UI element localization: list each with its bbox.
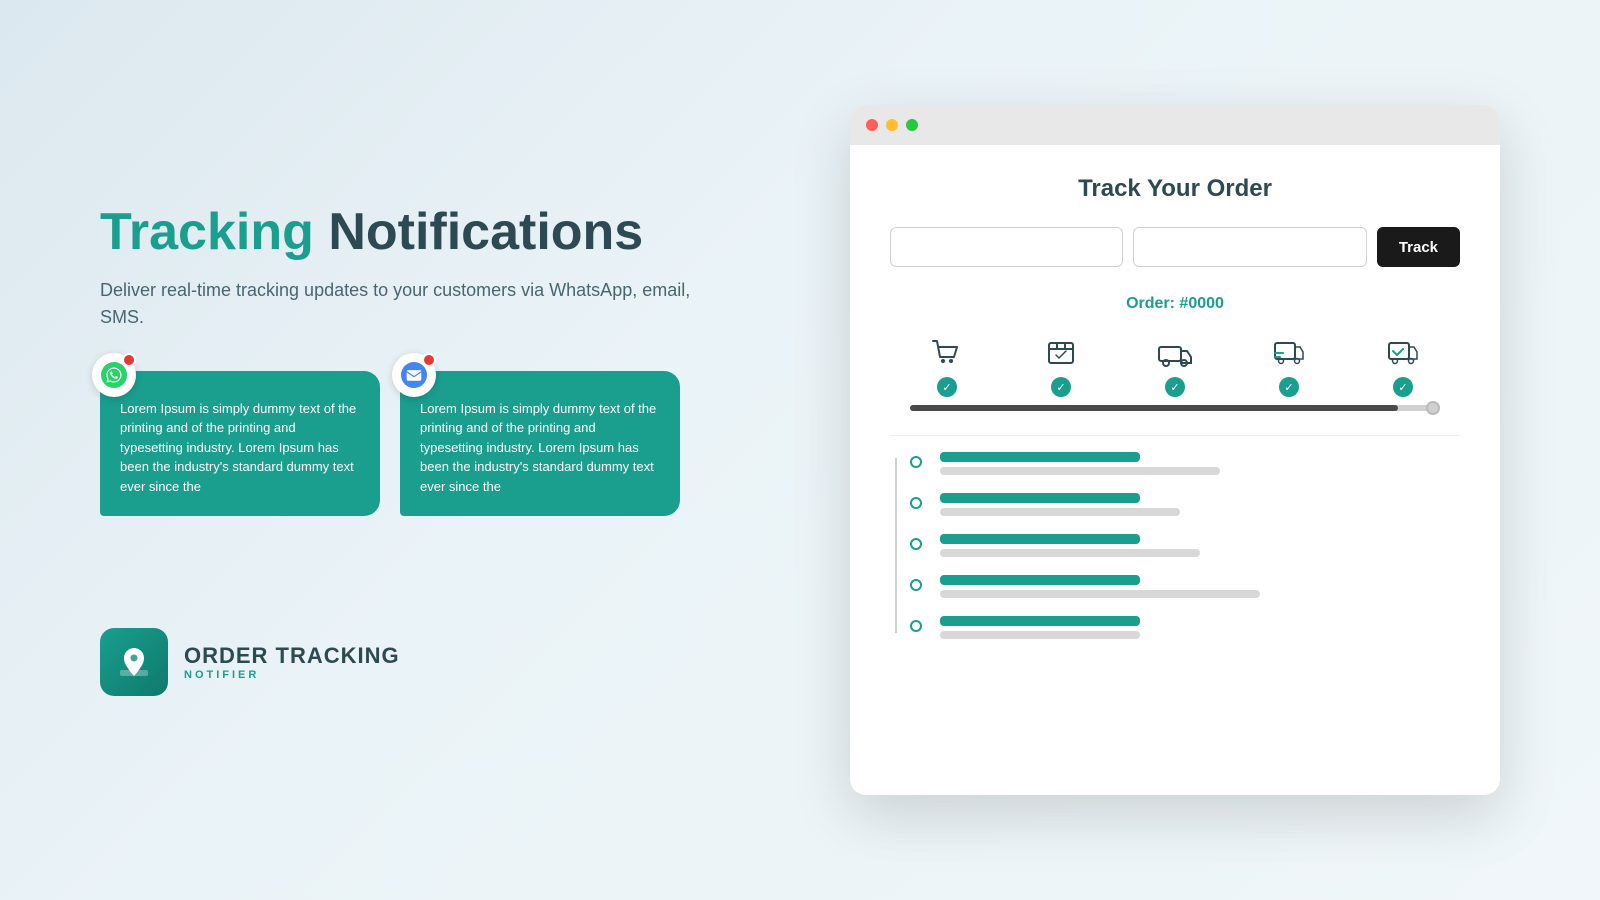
tl-primary-2 <box>940 493 1140 503</box>
email-notification-badge <box>422 353 436 367</box>
timeline-dot-1 <box>910 456 922 468</box>
main-container: Tracking Notifications Deliver real-time… <box>40 40 1560 860</box>
timeline-content-1 <box>940 452 1460 475</box>
progress-steps: ✓ ✓ ✓ <box>890 335 1460 397</box>
progress-bar <box>910 405 1440 411</box>
brand-sub: NOTIFIER <box>184 669 400 681</box>
progress-fill <box>910 405 1398 411</box>
bubble2-text: Lorem Ipsum is simply dummy text of the … <box>420 399 660 497</box>
divider <box>890 435 1460 436</box>
chat-bubbles: Lorem Ipsum is simply dummy text of the … <box>100 371 720 517</box>
order-number: Order: #0000 <box>890 295 1460 313</box>
whatsapp-bubble: Lorem Ipsum is simply dummy text of the … <box>100 371 380 517</box>
timeline-item-3 <box>910 534 1460 557</box>
timeline-dot-5 <box>910 620 922 632</box>
timeline-content-2 <box>940 493 1460 516</box>
step-cart: ✓ <box>929 335 965 397</box>
headline-part2: Notifications <box>314 203 643 261</box>
notification-badge <box>122 353 136 367</box>
maximize-dot[interactable] <box>906 119 918 131</box>
step-delivered: ✓ <box>1385 335 1421 397</box>
timeline-dot-2 <box>910 497 922 509</box>
step-transit-check: ✓ <box>1279 377 1299 397</box>
timeline-item-1 <box>910 452 1460 475</box>
tl-primary-3 <box>940 534 1140 544</box>
timeline-item-4 <box>910 575 1460 598</box>
email-input[interactable] <box>1133 227 1366 267</box>
step-delivered-check: ✓ <box>1393 377 1413 397</box>
browser-bar <box>850 105 1500 145</box>
timeline-content-4 <box>940 575 1460 598</box>
brand-footer: ORDER TRACKING NOTIFIER <box>100 628 720 696</box>
browser-window: Track Your Order Track Order: #0000 ✓ <box>850 105 1500 795</box>
bubble1-text: Lorem Ipsum is simply dummy text of the … <box>120 399 360 497</box>
brand-icon <box>100 628 168 696</box>
tl-primary-1 <box>940 452 1140 462</box>
order-id-input[interactable] <box>890 227 1123 267</box>
tl-secondary-5 <box>940 631 1140 639</box>
step-cart-check: ✓ <box>937 377 957 397</box>
search-row: Track <box>890 227 1460 267</box>
headline: Tracking Notifications <box>100 204 720 261</box>
timeline-content-5 <box>940 616 1460 639</box>
whatsapp-icon <box>92 353 136 397</box>
progress-thumb <box>1426 401 1440 415</box>
subtitle: Deliver real-time tracking updates to yo… <box>100 277 720 331</box>
step-transit: ✓ <box>1271 335 1307 397</box>
brand-text: ORDER TRACKING NOTIFIER <box>184 643 400 681</box>
headline-part1: Tracking <box>100 203 314 261</box>
timeline-item-5 <box>910 616 1460 639</box>
timeline <box>890 452 1460 639</box>
step-package-check: ✓ <box>1051 377 1071 397</box>
tl-secondary-4 <box>940 590 1260 598</box>
step-dispatch: ✓ <box>1157 335 1193 397</box>
browser-content: Track Your Order Track Order: #0000 ✓ <box>850 145 1500 795</box>
tl-primary-4 <box>940 575 1140 585</box>
timeline-item-2 <box>910 493 1460 516</box>
left-panel: Tracking Notifications Deliver real-time… <box>100 204 720 697</box>
tl-primary-5 <box>940 616 1140 626</box>
email-icon <box>392 353 436 397</box>
tl-secondary-2 <box>940 508 1180 516</box>
minimize-dot[interactable] <box>886 119 898 131</box>
track-button[interactable]: Track <box>1377 227 1460 267</box>
timeline-dot-3 <box>910 538 922 550</box>
page-title: Track Your Order <box>890 175 1460 203</box>
step-package: ✓ <box>1043 335 1079 397</box>
timeline-dot-4 <box>910 579 922 591</box>
brand-name: ORDER TRACKING <box>184 643 400 669</box>
tl-secondary-1 <box>940 467 1220 475</box>
close-dot[interactable] <box>866 119 878 131</box>
tl-secondary-3 <box>940 549 1200 557</box>
step-dispatch-check: ✓ <box>1165 377 1185 397</box>
timeline-content-3 <box>940 534 1460 557</box>
email-bubble: Lorem Ipsum is simply dummy text of the … <box>400 371 680 517</box>
